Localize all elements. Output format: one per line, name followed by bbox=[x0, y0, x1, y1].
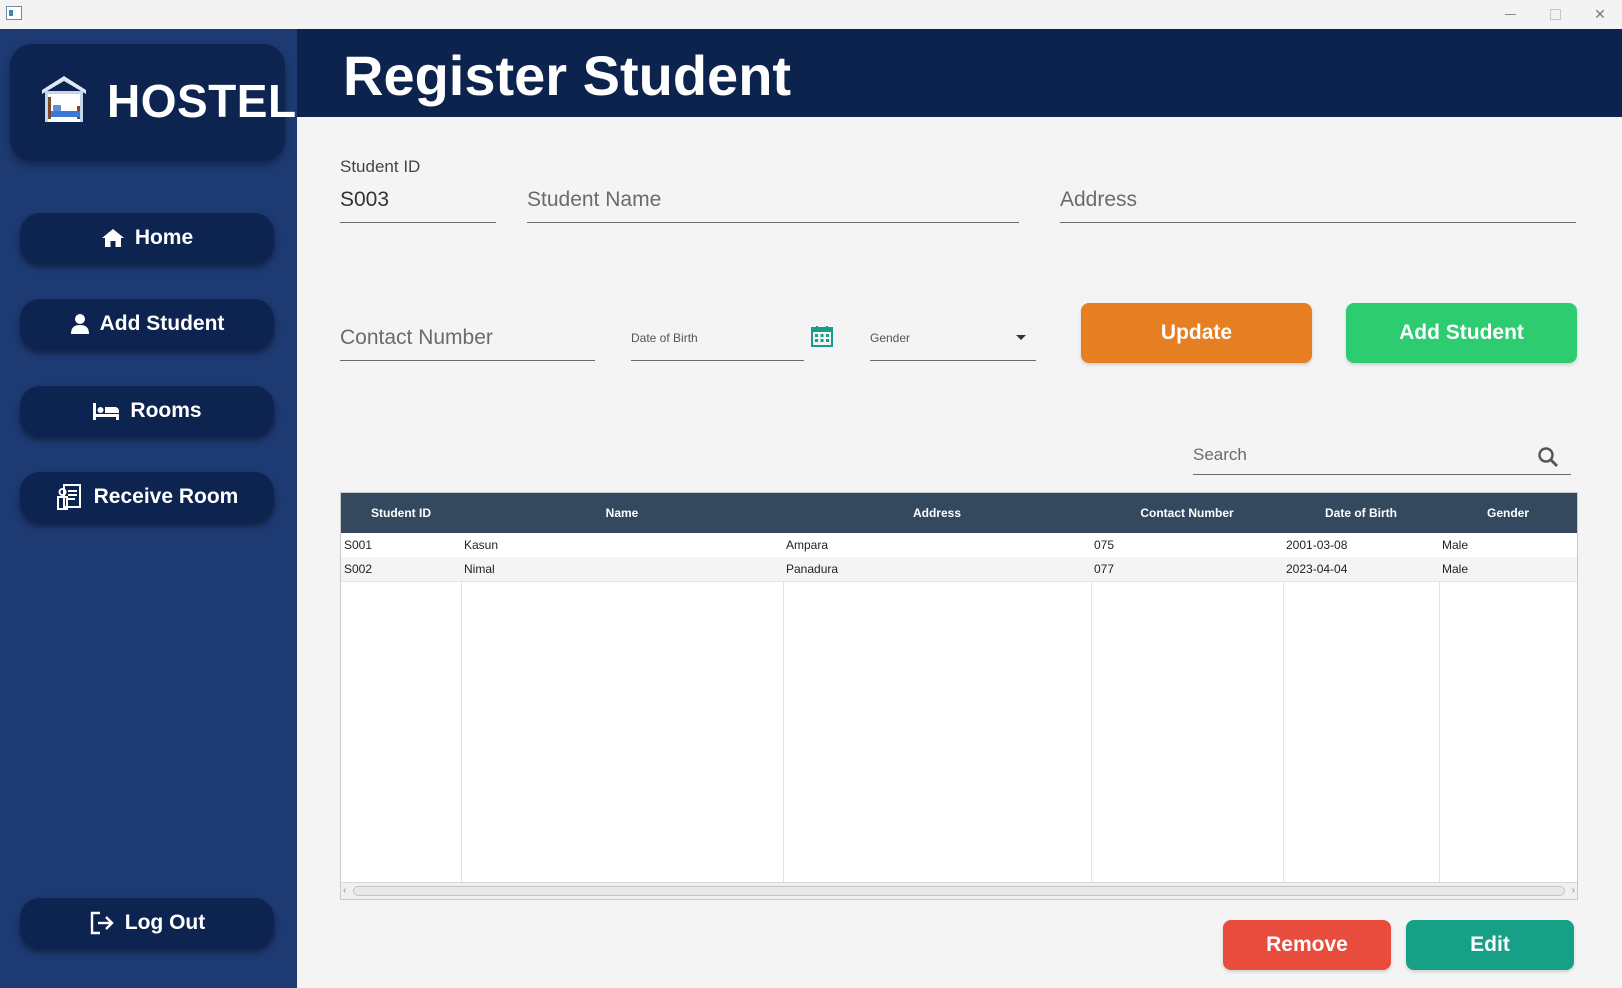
column-divider bbox=[1091, 533, 1092, 883]
address-field[interactable]: Address bbox=[1060, 180, 1576, 223]
students-table: Student ID Name Address Contact Number D… bbox=[340, 492, 1578, 900]
user-icon bbox=[70, 314, 89, 334]
student-id-field[interactable]: S003 bbox=[340, 180, 496, 223]
scrollbar-thumb[interactable] bbox=[353, 886, 1565, 896]
page-header: Register Student bbox=[297, 29, 1622, 117]
maximize-button[interactable] bbox=[1541, 3, 1569, 25]
column-divider bbox=[461, 533, 462, 883]
cell-contact-number: 075 bbox=[1094, 538, 1115, 552]
minimize-button[interactable] bbox=[1496, 3, 1524, 25]
column-header-contact-number[interactable]: Contact Number bbox=[1091, 493, 1283, 533]
contact-number-placeholder: Contact Number bbox=[340, 326, 493, 349]
column-divider bbox=[1283, 533, 1284, 883]
logout-button[interactable]: Log Out bbox=[20, 898, 274, 948]
student-name-field[interactable]: Student Name bbox=[527, 180, 1019, 223]
cell-date-of-birth: 2023-04-04 bbox=[1286, 562, 1348, 576]
cell-address: Panadura bbox=[786, 562, 839, 576]
close-button[interactable]: ✕ bbox=[1586, 3, 1614, 25]
column-divider bbox=[783, 533, 784, 883]
nav-add-student-label: Add Student bbox=[99, 312, 225, 335]
calendar-icon[interactable] bbox=[811, 325, 833, 347]
home-icon bbox=[101, 229, 124, 247]
student-name-placeholder: Student Name bbox=[527, 188, 662, 211]
date-of-birth-field[interactable]: Date of Birth bbox=[631, 318, 804, 361]
receipt-icon bbox=[56, 484, 81, 510]
search-placeholder: Search bbox=[1193, 445, 1247, 464]
cell-name: Kasun bbox=[464, 538, 499, 552]
horizontal-scrollbar[interactable]: ‹ › bbox=[341, 882, 1577, 899]
nav-receive-room-label: Receive Room bbox=[93, 485, 239, 508]
logo-text: HOSTEL bbox=[107, 75, 297, 127]
cell-student-id: S002 bbox=[344, 562, 373, 576]
logo: HOSTEL bbox=[10, 44, 296, 161]
scroll-right-icon[interactable]: › bbox=[1572, 885, 1575, 896]
nav-home-label: Home bbox=[134, 226, 194, 249]
hostel-house-icon bbox=[42, 76, 86, 122]
bed-icon bbox=[93, 403, 120, 420]
nav-rooms-label: Rooms bbox=[130, 399, 202, 422]
maximize-icon bbox=[1549, 8, 1561, 20]
student-id-label: Student ID bbox=[340, 157, 421, 176]
column-header-name[interactable]: Name bbox=[461, 493, 783, 533]
address-placeholder: Address bbox=[1060, 188, 1138, 211]
window-titlebar: ✕ bbox=[0, 0, 1622, 29]
column-divider bbox=[1439, 533, 1440, 883]
cell-name: Nimal bbox=[464, 562, 495, 576]
edit-button[interactable]: Edit bbox=[1406, 920, 1574, 970]
update-button[interactable]: Update bbox=[1081, 303, 1312, 363]
chevron-down-icon bbox=[1016, 335, 1026, 340]
table-header: Student ID Name Address Contact Number D… bbox=[341, 493, 1577, 533]
column-header-date-of-birth[interactable]: Date of Birth bbox=[1283, 493, 1439, 533]
logout-icon bbox=[90, 911, 114, 935]
contact-number-field[interactable]: Contact Number bbox=[340, 318, 595, 361]
scroll-left-icon[interactable]: ‹ bbox=[343, 885, 346, 896]
column-header-address[interactable]: Address bbox=[783, 493, 1091, 533]
cell-address: Ampara bbox=[786, 538, 829, 552]
sidebar: HOSTEL Home Add Student Rooms Receive Ro… bbox=[0, 29, 297, 988]
column-header-gender[interactable]: Gender bbox=[1439, 493, 1577, 533]
logout-label: Log Out bbox=[124, 911, 206, 934]
student-id-value: S003 bbox=[340, 188, 390, 211]
cell-gender: Male bbox=[1442, 562, 1469, 576]
cell-contact-number: 077 bbox=[1094, 562, 1115, 576]
gender-select[interactable]: Gender bbox=[870, 318, 1036, 361]
minimize-icon bbox=[1504, 13, 1516, 15]
gender-placeholder: Gender bbox=[870, 331, 911, 345]
add-student-button[interactable]: Add Student bbox=[1346, 303, 1577, 363]
nav-receive-room-button[interactable]: Receive Room bbox=[20, 472, 274, 522]
cell-student-id: S001 bbox=[344, 538, 373, 552]
search-icon[interactable] bbox=[1537, 446, 1559, 468]
column-header-student-id[interactable]: Student ID bbox=[341, 493, 461, 533]
nav-add-student-button[interactable]: Add Student bbox=[20, 299, 274, 349]
date-of-birth-placeholder: Date of Birth bbox=[631, 331, 698, 345]
cell-date-of-birth: 2001-03-08 bbox=[1286, 538, 1348, 552]
cell-gender: Male bbox=[1442, 538, 1469, 552]
search-input[interactable]: Search bbox=[1193, 434, 1571, 475]
nav-home-button[interactable]: Home bbox=[20, 213, 274, 263]
table-row[interactable]: S002 Nimal Panadura 077 2023-04-04 Male bbox=[341, 557, 1577, 582]
table-row[interactable]: S001 Kasun Ampara 075 2001-03-08 Male bbox=[341, 533, 1577, 558]
nav-rooms-button[interactable]: Rooms bbox=[20, 386, 274, 436]
app-icon bbox=[6, 6, 22, 20]
remove-button[interactable]: Remove bbox=[1223, 920, 1391, 970]
page-title: Register Student bbox=[343, 44, 792, 107]
